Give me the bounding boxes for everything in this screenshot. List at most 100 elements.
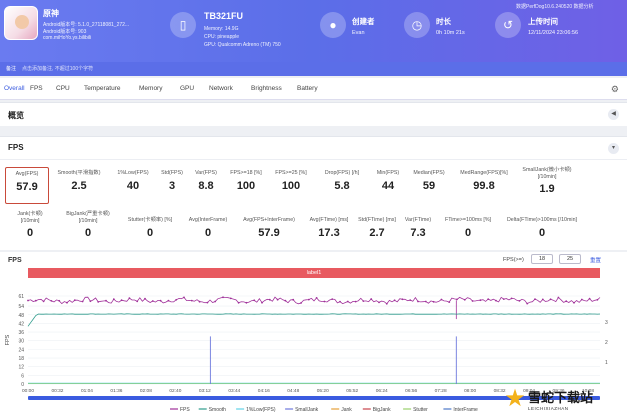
fps-point — [284, 299, 287, 302]
tab-overall[interactable]: Overall — [4, 85, 25, 92]
fps-point — [370, 298, 373, 300]
fps-point — [214, 300, 217, 303]
history-icon: ↺ — [495, 12, 521, 38]
fps-point — [385, 302, 388, 305]
y-tick-label: 0 — [21, 382, 24, 388]
stat-value: 0 — [204, 226, 212, 239]
y-tick-label: 61 — [18, 294, 24, 300]
x-tick-label: 02:08 — [140, 388, 152, 394]
stat-value: 100 — [281, 179, 301, 192]
tab-temperature[interactable]: Temperature — [84, 85, 121, 92]
stat-smalljank: SmallJank(微小卡顿) [/10min] 1.9 — [516, 167, 578, 195]
collapse-overview-icon[interactable]: ◀ — [608, 109, 619, 120]
stat-smooth: Smooth(平滑指数) 2.5 — [51, 170, 107, 192]
stat-label: Min(FPS) — [376, 170, 400, 176]
stat-label: FPS>=25 [%] — [275, 170, 307, 176]
x-tick-label: 01:36 — [110, 388, 122, 394]
fps-point — [58, 299, 61, 302]
stat-std-ftime: Std(FTime) [ms] 2.7 — [354, 217, 400, 239]
fps-chart-section: FPS FPS(>=) 18 25 重置 label1 61 54 48 42 36 30… — [0, 252, 627, 416]
x-tick-label: 06:56 — [405, 388, 417, 394]
stat-var-fps: Var(FPS) 8.8 — [188, 170, 224, 192]
notes-placeholder[interactable]: 点击添加备注, 不超过100个字符 — [22, 65, 93, 72]
y-tick-label: 42 — [18, 321, 24, 327]
fps-point — [580, 298, 583, 301]
stat-label: Var(FPS) — [195, 170, 217, 176]
clock-icon: ◷ — [404, 12, 430, 38]
stat-1-low: 1%Low(FPS) 40 — [110, 170, 156, 192]
stat-fps-25: FPS>=25 [%] 100 — [269, 170, 313, 192]
app-name: 原神 — [43, 9, 59, 18]
fps-point — [97, 301, 100, 303]
fps-point — [346, 300, 349, 303]
y-tick-label: 18 — [18, 356, 24, 362]
stat-value: 44 — [381, 179, 395, 192]
fps-point — [409, 299, 412, 301]
stat-label: Median(FPS) — [413, 170, 445, 176]
fps-point — [471, 300, 474, 302]
stat-median-fps: Median(FPS) 59 — [407, 170, 451, 192]
stat-avg-ftime: Avg(FTime) [ms] 17.3 — [302, 217, 356, 239]
right-y-tick-label: 2 — [605, 340, 608, 346]
tab-network[interactable]: Network — [209, 85, 233, 92]
stat-label: Avg(FPS) — [15, 171, 39, 177]
fps-point — [448, 301, 451, 303]
smooth-series-line — [27, 313, 601, 327]
stat-value: 5.8 — [334, 179, 350, 192]
stat-label: Delta(FTime)>100ms [/10min] — [506, 217, 577, 223]
fps-point — [105, 299, 107, 302]
fps-point — [307, 298, 310, 301]
stat-min-fps: Min(FPS) 44 — [368, 170, 408, 192]
tab-gpu[interactable]: GPU — [180, 85, 194, 92]
fps-point — [549, 298, 552, 301]
legend-label: BigJank — [373, 407, 391, 413]
x-tick-label: 04:16 — [258, 388, 270, 394]
fps-point — [495, 299, 497, 302]
stat-label: BigJank(严重卡顿) [/10min] — [66, 211, 110, 224]
duration-value: 0h 10m 21s — [436, 30, 465, 36]
fps-point — [596, 298, 599, 301]
tab-memory[interactable]: Memory — [139, 85, 162, 92]
tab-fps[interactable]: FPS — [30, 85, 43, 92]
fps-point — [401, 298, 404, 301]
y-tick-label: 12 — [18, 365, 24, 371]
fps-point — [268, 298, 271, 301]
legend-label: InterFrame — [453, 407, 478, 413]
tab-battery[interactable]: Battery — [297, 85, 318, 92]
fps-point — [487, 298, 490, 300]
fps-point — [66, 301, 68, 304]
fps-point — [183, 296, 185, 299]
x-tick-label: 01:04 — [81, 388, 93, 394]
fps-point — [315, 297, 318, 299]
collapse-fps-icon[interactable]: ▾ — [608, 143, 619, 154]
fps-point — [81, 300, 84, 303]
device-gpu: GPU: Qualcomm Adreno (TM) 750 — [204, 42, 281, 48]
settings-icon[interactable]: ⚙ — [611, 84, 619, 95]
fps-point — [565, 300, 568, 303]
fps-point — [167, 299, 170, 302]
legend-label: Stutter — [413, 407, 428, 413]
fps-point — [206, 301, 209, 304]
notes-bar[interactable]: 备注 点击添加备注, 不超过100个字符 — [0, 62, 627, 76]
tab-cpu[interactable]: CPU — [56, 85, 70, 92]
fps-point — [526, 302, 529, 305]
creator-title: 创建者 — [352, 17, 375, 26]
tab-brightness[interactable]: Brightness — [251, 85, 282, 92]
overview-section: 概览 ◀ — [0, 102, 627, 126]
x-tick-label: 03:44 — [228, 388, 240, 394]
fps-point — [190, 299, 193, 302]
device-cpu: CPU: pineapple — [204, 34, 240, 40]
watermark: ★ 雪蛇下载站 LEICHIXIAZHAN — [502, 382, 627, 416]
fps-point — [151, 300, 154, 302]
fps-point — [27, 299, 29, 302]
y-tick-label: 36 — [18, 330, 24, 336]
x-tick-label: 04:48 — [287, 388, 299, 394]
legend-label: 1%Low(FPS) — [246, 407, 276, 413]
stat-stutter: Stutter(卡顿率) [%] 0 — [118, 217, 182, 239]
y-tick-label: 54 — [18, 304, 24, 310]
fps-point — [198, 300, 201, 303]
right-y-tick-label: 1 — [605, 360, 608, 366]
fps-point — [292, 298, 295, 301]
stat-label: Drop(FPS) [/h] — [324, 170, 360, 176]
fps-point — [417, 300, 419, 303]
